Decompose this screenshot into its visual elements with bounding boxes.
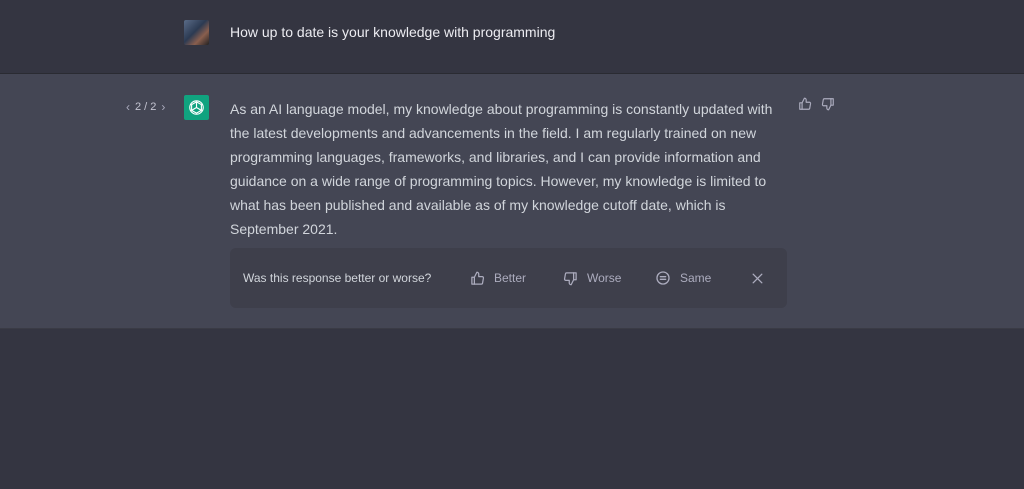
close-icon[interactable] — [749, 270, 765, 286]
equals-circle-icon — [656, 271, 670, 285]
worse-label: Worse — [587, 271, 622, 285]
assistant-message-row: ‹ 2 / 2 › As an AI language model, my kn… — [0, 74, 1024, 329]
same-button[interactable]: Same — [655, 269, 711, 287]
same-label: Same — [680, 271, 712, 285]
thumbs-up-icon[interactable] — [797, 96, 813, 112]
worse-button[interactable]: Worse — [563, 269, 621, 287]
thumbs-down-icon[interactable] — [820, 96, 836, 112]
user-message-row: How up to date is your knowledge with pr… — [0, 0, 1024, 74]
chatgpt-logo-icon — [184, 95, 209, 120]
chevron-right-icon[interactable]: › — [161, 100, 165, 114]
user-avatar — [184, 20, 209, 45]
feedback-question: Was this response better or worse? — [243, 271, 432, 285]
better-label: Better — [494, 271, 527, 285]
feedback-panel: Was this response better or worse? Bette… — [230, 248, 787, 308]
chevron-left-icon[interactable]: ‹ — [126, 100, 130, 114]
thumbs-down-icon — [563, 271, 577, 285]
pager-label: 2 / 2 — [135, 101, 157, 113]
response-pager: ‹ 2 / 2 › — [126, 100, 165, 114]
thumbs-up-icon — [471, 271, 485, 285]
assistant-message-text: As an AI language model, my knowledge ab… — [230, 101, 773, 237]
better-button[interactable]: Better — [470, 269, 526, 287]
user-message-text: How up to date is your knowledge with pr… — [230, 24, 556, 40]
